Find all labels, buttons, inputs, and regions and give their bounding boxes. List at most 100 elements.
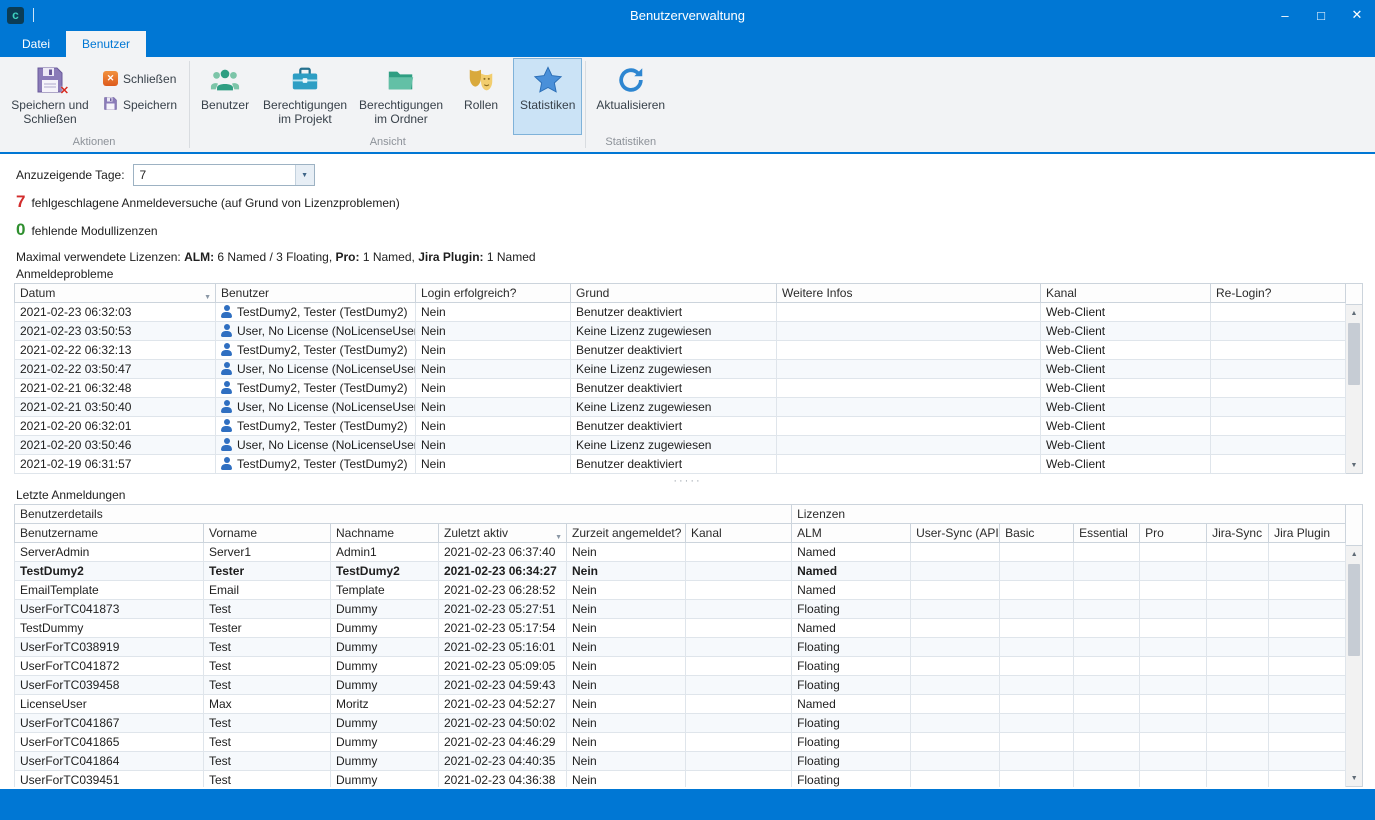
table-row[interactable]: UserForTC041864TestDummy2021-02-23 04:40…: [15, 752, 1346, 771]
column-header[interactable]: Basic: [1000, 524, 1074, 543]
close-small-icon: ✕: [103, 71, 118, 86]
table-row[interactable]: LicenseUserMaxMoritz2021-02-23 04:52:27N…: [15, 695, 1346, 714]
scroll-down-icon[interactable]: ▼: [1346, 457, 1362, 473]
column-header[interactable]: Jira-Sync: [1207, 524, 1269, 543]
dropdown-arrow-icon[interactable]: ▼: [295, 165, 314, 185]
table-row[interactable]: 2021-02-22 03:50:47User, No License (NoL…: [15, 360, 1346, 379]
table-row[interactable]: TestDumy2TesterTestDumy22021-02-23 06:34…: [15, 562, 1346, 581]
table-row[interactable]: 2021-02-23 06:32:03TestDumy2, Tester (Te…: [15, 303, 1346, 322]
cell-text: Benutzer deaktiviert: [576, 381, 682, 395]
save-and-close-button[interactable]: ✕ Speichern und Schließen: [2, 58, 98, 135]
cell: [777, 436, 1041, 455]
permissions-project-button[interactable]: Berechtigungen im Projekt: [257, 58, 353, 135]
tab-datei[interactable]: Datei: [6, 31, 66, 57]
days-dropdown[interactable]: 7 ▼: [133, 164, 315, 186]
cell: Web-Client: [1041, 303, 1211, 322]
table-row[interactable]: UserForTC041865TestDummy2021-02-23 04:46…: [15, 733, 1346, 752]
cell: Keine Lizenz zugewiesen: [571, 436, 777, 455]
users-view-button[interactable]: Benutzer: [193, 58, 257, 135]
cell: [911, 543, 1000, 562]
scrollbar-thumb[interactable]: [1348, 323, 1360, 385]
column-header[interactable]: Grund: [571, 284, 777, 303]
column-header[interactable]: Kanal: [1041, 284, 1211, 303]
refresh-icon: [615, 64, 647, 96]
close-button[interactable]: ✕: [1339, 0, 1375, 30]
ribbon: ✕ Speichern und Schließen ✕ Schließen: [0, 57, 1375, 154]
scroll-up-icon[interactable]: ▲: [1346, 305, 1362, 321]
scrollbar-track[interactable]: [1346, 562, 1362, 770]
cell: Nein: [567, 600, 686, 619]
cell: Benutzer deaktiviert: [571, 341, 777, 360]
column-header[interactable]: Datum▼: [15, 284, 216, 303]
column-header[interactable]: Weitere Infos: [777, 284, 1041, 303]
table-row[interactable]: UserForTC041873TestDummy2021-02-23 05:27…: [15, 600, 1346, 619]
scroll-down-icon[interactable]: ▼: [1346, 770, 1362, 786]
cell: [1140, 581, 1207, 600]
column-header[interactable]: User-Sync (API): [911, 524, 1000, 543]
table-row[interactable]: UserForTC041867TestDummy2021-02-23 04:50…: [15, 714, 1346, 733]
scrollbar-track[interactable]: [1346, 321, 1362, 457]
minimize-button[interactable]: –: [1267, 0, 1303, 30]
roles-button[interactable]: Rollen: [449, 58, 513, 135]
table-row[interactable]: EmailTemplateEmailTemplate2021-02-23 06:…: [15, 581, 1346, 600]
table-row[interactable]: TestDummyTesterDummy2021-02-23 05:17:54N…: [15, 619, 1346, 638]
table-row[interactable]: UserForTC039451TestDummy2021-02-23 04:36…: [15, 771, 1346, 788]
scroll-up-icon[interactable]: ▲: [1346, 546, 1362, 562]
cell: Test: [204, 752, 331, 771]
column-header-label: Jira Plugin: [1274, 526, 1330, 540]
statistics-button[interactable]: Statistiken: [513, 58, 582, 135]
table-row[interactable]: UserForTC039458TestDummy2021-02-23 04:59…: [15, 676, 1346, 695]
table-row[interactable]: 2021-02-19 06:31:57TestDumy2, Tester (Te…: [15, 455, 1346, 474]
permissions-folder-button[interactable]: Berechtigungen im Ordner: [353, 58, 449, 135]
table-row[interactable]: 2021-02-20 06:32:01TestDumy2, Tester (Te…: [15, 417, 1346, 436]
cell: [1269, 638, 1346, 657]
cell: Web-Client: [1041, 322, 1211, 341]
cell: [1207, 733, 1269, 752]
table-row[interactable]: 2021-02-21 06:32:48TestDumy2, Tester (Te…: [15, 379, 1346, 398]
column-header[interactable]: Pro: [1140, 524, 1207, 543]
cell: [1074, 752, 1140, 771]
logins-scrollbar[interactable]: ▲ ▼: [1346, 504, 1363, 787]
table-row[interactable]: 2021-02-20 03:50:46User, No License (NoL…: [15, 436, 1346, 455]
cell: Nein: [567, 543, 686, 562]
column-header[interactable]: Nachname: [331, 524, 439, 543]
table-row[interactable]: 2021-02-21 03:50:40User, No License (NoL…: [15, 398, 1346, 417]
tab-benutzer[interactable]: Benutzer: [66, 31, 146, 57]
cell: UserForTC039458: [15, 676, 204, 695]
cell: Web-Client: [1041, 360, 1211, 379]
close-ribbon-button[interactable]: ✕ Schließen: [98, 67, 186, 90]
scrollbar-thumb[interactable]: [1348, 564, 1360, 656]
maximize-button[interactable]: □: [1303, 0, 1339, 30]
refresh-button[interactable]: Aktualisieren: [589, 58, 672, 135]
table-row[interactable]: 2021-02-22 06:32:13TestDumy2, Tester (Te…: [15, 341, 1346, 360]
column-header[interactable]: Benutzername: [15, 524, 204, 543]
table-row[interactable]: ServerAdminServer1Admin12021-02-23 06:37…: [15, 543, 1346, 562]
cell: [1211, 341, 1346, 360]
table-row[interactable]: 2021-02-23 03:50:53User, No License (NoL…: [15, 322, 1346, 341]
column-header[interactable]: Re-Login?: [1211, 284, 1346, 303]
column-header[interactable]: Zurzeit angemeldet?: [567, 524, 686, 543]
table-row[interactable]: UserForTC038919TestDummy2021-02-23 05:16…: [15, 638, 1346, 657]
cell: [686, 600, 792, 619]
column-header[interactable]: Jira Plugin: [1269, 524, 1346, 543]
scrollbar-header-spacer: [1346, 284, 1362, 305]
column-header[interactable]: ALM: [792, 524, 911, 543]
problems-scrollbar[interactable]: ▲ ▼: [1346, 283, 1363, 474]
column-header[interactable]: Kanal: [686, 524, 792, 543]
cell: [1074, 619, 1140, 638]
cell-text: 2021-02-23 06:32:03: [20, 305, 131, 319]
column-header[interactable]: Login erfolgreich?: [416, 284, 571, 303]
cell: [1211, 379, 1346, 398]
column-header[interactable]: Zuletzt aktiv▼: [439, 524, 567, 543]
column-header[interactable]: Vorname: [204, 524, 331, 543]
cell: [1074, 733, 1140, 752]
column-header[interactable]: Essential: [1074, 524, 1140, 543]
days-dropdown-value: 7: [134, 168, 295, 182]
cell: Benutzer deaktiviert: [571, 455, 777, 474]
table-row[interactable]: UserForTC041872TestDummy2021-02-23 05:09…: [15, 657, 1346, 676]
cell: Nein: [416, 417, 571, 436]
column-header[interactable]: Benutzer: [216, 284, 416, 303]
splitter-handle[interactable]: ·····: [0, 476, 1375, 486]
logins-table: BenutzerdetailsLizenzen BenutzernameVorn…: [14, 504, 1363, 787]
save-ribbon-button[interactable]: Speichern: [98, 93, 186, 116]
